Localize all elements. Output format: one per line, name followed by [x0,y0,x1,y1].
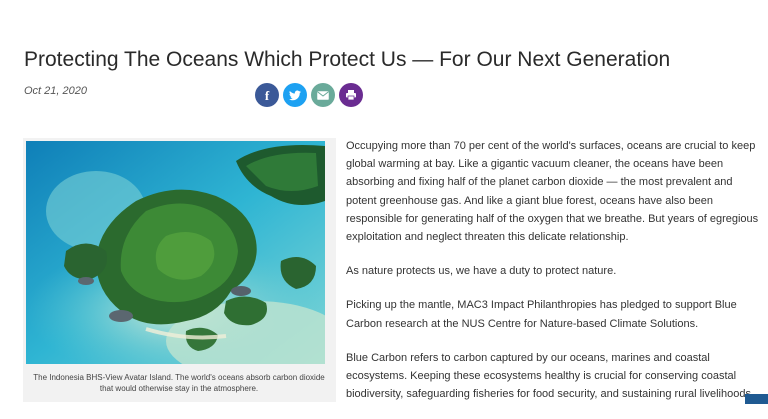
article-date: Oct 21, 2020 [24,85,87,97]
print-share-button[interactable] [339,83,363,107]
article-paragraph: As nature protects us, we have a duty to… [346,265,617,278]
facebook-icon: f [264,87,270,103]
article-paragraph: Occupying more than 70 per cent of the w… [346,140,759,244]
print-icon [346,90,356,101]
facebook-share-button[interactable]: f [255,83,279,107]
article-paragraph: Blue Carbon refers to carbon captured by… [346,351,755,401]
island-photo-image [26,141,325,364]
email-icon [317,90,329,100]
island-photo [26,141,325,364]
article-figure: The Indonesia BHS-View Avatar Island. Th… [23,138,336,402]
article-title: Protecting The Oceans Which Protect Us —… [24,48,671,72]
article-paragraph: Picking up the mantle, MAC3 Impact Phila… [346,299,737,330]
twitter-share-button[interactable] [283,83,307,107]
twitter-icon [289,90,301,100]
figure-caption: The Indonesia BHS-View Avatar Island. Th… [33,373,325,393]
corner-accent-block [745,394,768,404]
email-share-button[interactable] [311,83,335,107]
article-body: Occupying more than 70 per cent of the w… [346,137,760,419]
